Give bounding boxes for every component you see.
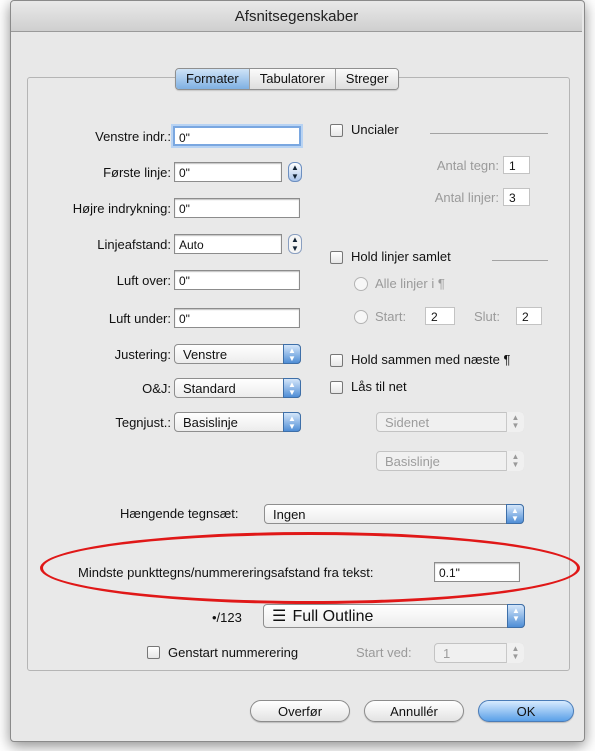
chevron-updown-icon: ▲ ▼ bbox=[507, 604, 525, 628]
luft-over-field[interactable]: 0" bbox=[174, 270, 300, 290]
antal-linjer-field[interactable]: 3 bbox=[503, 188, 530, 206]
haengende-popup[interactable]: Ingen ▲ ▼ bbox=[264, 504, 524, 524]
start-ved-label: Start ved: bbox=[356, 645, 412, 660]
start-label: Start: bbox=[375, 309, 407, 324]
oj-label: O&J: bbox=[142, 381, 171, 396]
chevron-updown-icon: ▲ ▼ bbox=[283, 412, 301, 432]
hojre-indrykning-label: Højre indrykning: bbox=[72, 201, 171, 216]
antal-linjer-label: Antal linjer: bbox=[434, 190, 499, 205]
venstre-indr-field[interactable]: 0" bbox=[173, 126, 301, 146]
genstart-label: Genstart nummerering bbox=[168, 645, 299, 660]
outline-value: Full Outline bbox=[292, 608, 374, 625]
uncialer-checkbox[interactable] bbox=[330, 124, 343, 137]
hold-linjer-label: Hold linjer samlet bbox=[351, 249, 451, 264]
start-ved-value: 1 bbox=[443, 646, 451, 661]
tegnjust-popup[interactable]: Basislinje ▲ ▼ bbox=[174, 412, 301, 432]
sidenet-value: Sidenet bbox=[385, 415, 430, 430]
chevron-updown-icon: ▲ ▼ bbox=[506, 643, 524, 663]
luft-under-field[interactable]: 0" bbox=[174, 308, 300, 328]
luft-over-label: Luft over: bbox=[116, 273, 171, 288]
slut-label: Slut: bbox=[474, 309, 501, 324]
genstart-checkbox[interactable] bbox=[147, 646, 160, 659]
oj-popup[interactable]: Standard ▲ ▼ bbox=[174, 378, 301, 398]
tab-bar: Formater Tabulatorer Streger bbox=[175, 68, 400, 90]
alle-linjer-label: Alle linjer i ¶ bbox=[375, 276, 445, 291]
mindste-field[interactable]: 0.1" bbox=[434, 562, 520, 582]
las-til-net-checkbox[interactable] bbox=[330, 381, 343, 394]
hold-sammen-checkbox[interactable] bbox=[330, 354, 343, 367]
tab-streger[interactable]: Streger bbox=[335, 69, 399, 89]
uncialer-label: Uncialer bbox=[351, 122, 399, 137]
window-title: Afsnitsegenskaber bbox=[234, 8, 359, 25]
forste-linje-field[interactable]: 0" bbox=[174, 162, 282, 182]
hojre-indrykning-field[interactable]: 0" bbox=[174, 198, 300, 218]
haengende-value: Ingen bbox=[273, 507, 306, 522]
antal-tegn-field[interactable]: 1 bbox=[503, 156, 530, 174]
ok-button[interactable]: OK bbox=[478, 700, 574, 722]
las-til-net-label: Lås til net bbox=[351, 379, 407, 394]
mindste-label: Mindste punkttegns/nummereringsafstand f… bbox=[78, 565, 374, 580]
linjeafstand-label: Linjeafstand: bbox=[97, 237, 171, 252]
antal-tegn-label: Antal tegn: bbox=[436, 158, 499, 173]
outline-label: •/123 bbox=[212, 610, 242, 625]
chevron-updown-icon: ▲ ▼ bbox=[506, 504, 524, 524]
tab-tabulatorer[interactable]: Tabulatorer bbox=[249, 69, 336, 89]
chevron-updown-icon: ▲ ▼ bbox=[506, 412, 524, 432]
alle-linjer-radio[interactable] bbox=[354, 277, 368, 291]
justering-label: Justering: bbox=[114, 347, 171, 362]
tegnjust-label: Tegnjust.: bbox=[115, 415, 171, 430]
outline-popup[interactable]: ☰ Full Outline ▲ ▼ bbox=[263, 604, 525, 628]
sidenet-popup[interactable]: Sidenet ▲ ▼ bbox=[376, 412, 524, 432]
luft-under-label: Luft under: bbox=[108, 311, 171, 326]
basislinje-value: Basislinje bbox=[385, 454, 440, 469]
slut-field[interactable]: 2 bbox=[516, 307, 542, 325]
apply-button[interactable]: Overfør bbox=[250, 700, 350, 722]
hold-linjer-checkbox[interactable] bbox=[330, 251, 343, 264]
chevron-updown-icon: ▲ ▼ bbox=[506, 451, 524, 471]
outline-list-icon: ☰ bbox=[272, 608, 287, 626]
start-field[interactable]: 2 bbox=[425, 307, 455, 325]
forste-linje-label: Første linje: bbox=[103, 165, 171, 180]
oj-value: Standard bbox=[183, 381, 236, 396]
chevron-updown-icon: ▲ ▼ bbox=[283, 378, 301, 398]
basislinje-popup[interactable]: Basislinje ▲ ▼ bbox=[376, 451, 524, 471]
divider bbox=[492, 260, 548, 261]
linjeafstand-field[interactable]: Auto bbox=[174, 234, 282, 254]
forste-linje-stepper[interactable]: ▲ ▼ bbox=[288, 162, 302, 182]
hold-sammen-label: Hold sammen med næste ¶ bbox=[351, 352, 511, 367]
start-radio[interactable] bbox=[354, 310, 368, 324]
venstre-indr-label: Venstre indr.: bbox=[95, 129, 171, 144]
haengende-label: Hængende tegnsæt: bbox=[120, 506, 239, 521]
tegnjust-value: Basislinje bbox=[183, 415, 238, 430]
justering-popup[interactable]: Venstre ▲ ▼ bbox=[174, 344, 301, 364]
linjeafstand-stepper[interactable]: ▲ ▼ bbox=[288, 234, 302, 254]
cancel-button[interactable]: Annullér bbox=[364, 700, 464, 722]
start-ved-popup[interactable]: 1 ▲ ▼ bbox=[434, 643, 524, 663]
tab-formater[interactable]: Formater bbox=[176, 69, 250, 89]
divider bbox=[430, 133, 548, 134]
chevron-updown-icon: ▲ ▼ bbox=[283, 344, 301, 364]
justering-value: Venstre bbox=[183, 347, 228, 362]
